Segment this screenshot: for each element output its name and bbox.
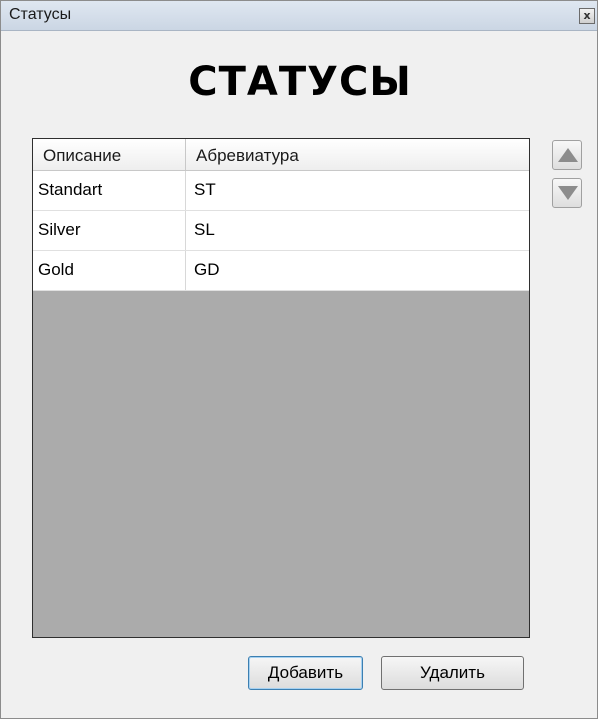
- table-row[interactable]: Standart ST: [33, 171, 529, 211]
- cell-abbreviation[interactable]: GD: [186, 251, 529, 290]
- statuses-grid[interactable]: Описание Абревиатура Standart ST Silver …: [32, 138, 530, 638]
- page-heading: СТАТУСЫ: [188, 59, 412, 105]
- grid-header: Описание Абревиатура: [33, 139, 529, 171]
- move-up-button[interactable]: [552, 140, 582, 170]
- add-button[interactable]: Добавить: [248, 656, 363, 690]
- cell-abbreviation[interactable]: SL: [186, 211, 529, 250]
- close-icon: x: [583, 9, 591, 22]
- table-row[interactable]: Gold GD: [33, 251, 529, 291]
- triangle-up-icon: [558, 148, 578, 162]
- move-down-button[interactable]: [552, 178, 582, 208]
- title-bar[interactable]: Статусы x: [1, 1, 597, 31]
- grid-rows: Standart ST Silver SL Gold GD: [33, 171, 529, 291]
- cell-abbreviation[interactable]: ST: [186, 171, 529, 210]
- column-header-description[interactable]: Описание: [33, 139, 186, 170]
- cell-description[interactable]: Silver: [33, 211, 186, 250]
- cell-description[interactable]: Gold: [33, 251, 186, 290]
- cell-description[interactable]: Standart: [33, 171, 186, 210]
- delete-button[interactable]: Удалить: [381, 656, 524, 690]
- column-header-abbreviation[interactable]: Абревиатура: [186, 139, 529, 170]
- statuses-window: Статусы x СТАТУСЫ Описание Абревиатура S…: [0, 0, 598, 719]
- close-button[interactable]: x: [579, 8, 595, 24]
- triangle-down-icon: [558, 186, 578, 200]
- table-row[interactable]: Silver SL: [33, 211, 529, 251]
- window-title: Статусы: [9, 6, 72, 23]
